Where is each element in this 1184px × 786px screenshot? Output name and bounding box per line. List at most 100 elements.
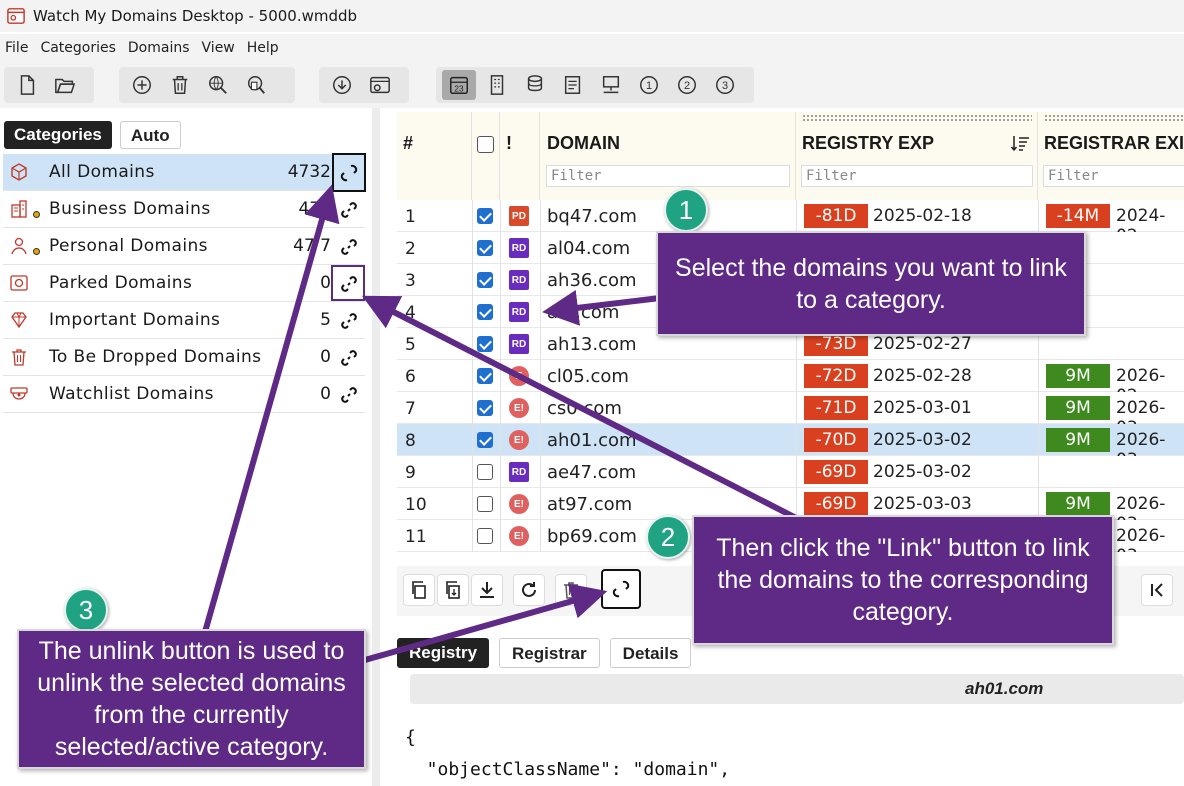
registry-days-pill: -69D [804,492,868,516]
calendar-view-button[interactable]: 23 [442,70,476,100]
first-page-button[interactable] [1141,574,1173,606]
delete-selected-button[interactable] [555,574,587,606]
registry-exp-date: 2025-02-18 [873,206,972,226]
table-row[interactable]: 9 RD ae47.com -69D 2025-03-02 [397,456,1184,488]
folder-open-icon [55,78,76,94]
link-icon[interactable] [339,385,359,405]
registrar-months-pill: 9M [1046,492,1110,516]
export-button[interactable] [471,574,503,606]
category-count: 479 [298,199,331,219]
link-button[interactable] [601,569,641,609]
menu-help[interactable]: Help [241,40,285,56]
status-badge: E [509,366,529,386]
sort-descending-icon[interactable] [1010,133,1030,153]
menu-domains[interactable]: Domains [122,40,196,56]
callout-text: The unlink button is used to unlink the … [37,637,346,761]
category-name: Business Domains [49,199,211,219]
row-checkbox[interactable] [477,528,493,544]
tab-registrar[interactable]: Registrar [499,638,600,668]
lookup-domain-button[interactable] [201,70,235,100]
row-checkbox[interactable] [477,336,493,352]
column-registry-exp[interactable]: REGISTRY EXP Filter [796,112,1038,200]
link-highlight-box [331,265,365,301]
domain-name: al04.com [547,238,631,259]
category-item-parked-domains[interactable]: Parked Domains 0 [3,265,365,302]
menu-file[interactable]: File [0,40,34,56]
copy-button[interactable] [403,574,435,606]
table-row[interactable]: 6Ecl05.com-72D2025-02-289M2026-02 [397,360,1184,406]
category-item-personal-domains[interactable]: Personal Domains 47 7 [3,228,365,265]
column-num[interactable]: # [397,112,472,200]
menu-categories[interactable]: Categories [34,40,121,56]
column-drag-handle[interactable] [1044,114,1184,122]
row-number: 5 [405,335,416,355]
column-flag[interactable]: ! [500,112,540,200]
link-icon[interactable] [339,237,359,257]
link-broken-icon [612,580,630,598]
building-view-button[interactable] [480,70,514,100]
table-row[interactable]: 7E!cs0 com-71D2025-03-019M2026-03 [397,392,1184,438]
select-all-checkbox[interactable] [477,136,494,153]
tab-categories[interactable]: Categories [4,121,112,149]
column-domain[interactable]: DOMAIN Filter [540,112,796,200]
row-checkbox[interactable] [477,464,493,480]
lookup-selected-button[interactable] [239,70,273,100]
panel-splitter[interactable] [372,108,380,786]
detail-domain-header: ah01.com [410,674,1184,704]
table-row[interactable]: 8E!ah01.com-70D2025-03-029M2026-03 [397,424,1184,470]
menu-view[interactable]: View [196,40,241,56]
column-divider [540,200,541,552]
link-icon[interactable] [339,200,359,220]
copy-special-button[interactable] [437,574,469,606]
row-checkbox[interactable] [477,432,493,448]
category-item-all-domains[interactable]: All Domains 4732 [3,154,365,191]
registry-exp-date: 2025-03-02 [873,430,972,450]
add-domain-button[interactable] [125,70,159,100]
tab-registry[interactable]: Registry [397,638,490,668]
row-number: 9 [405,463,416,483]
tab-auto[interactable]: Auto [119,121,181,149]
trash-icon [12,349,26,366]
category-item-business-domains[interactable]: Business Domains 479 [3,191,365,228]
row-checkbox[interactable] [477,304,493,320]
import-button[interactable] [325,70,359,100]
row-checkbox[interactable] [477,368,493,384]
link-icon[interactable] [339,311,359,331]
download-icon [480,582,494,598]
refresh-button[interactable] [513,574,545,606]
link-icon[interactable] [339,348,359,368]
column-label: DOMAIN [547,133,620,153]
category-item-to-be-dropped-domains[interactable]: To Be Dropped Domains 0 [3,339,365,376]
delete-domain-button[interactable] [163,70,197,100]
row-checkbox[interactable] [477,240,493,256]
view-2-button[interactable]: 2 [670,70,704,100]
domain-filter-input[interactable]: Filter [546,165,790,187]
table-row[interactable]: 1PDbq47.com-81D2025-02-18-14M2024-02 [397,200,1184,246]
status-dot [33,248,40,255]
open-folder-button[interactable] [48,70,82,100]
column-divider [500,200,501,552]
view-1-button[interactable]: 1 [632,70,666,100]
category-count: 0 [320,273,331,293]
row-checkbox[interactable] [477,496,493,512]
settings-window-button[interactable] [363,70,397,100]
row-number: 8 [405,431,416,451]
notes-view-button[interactable] [556,70,590,100]
row-checkbox[interactable] [477,208,493,224]
column-label: # [403,133,414,153]
row-checkbox[interactable] [477,272,493,288]
row-checkbox[interactable] [477,400,493,416]
category-item-watchlist-domains[interactable]: Watchlist Domains 0 [3,376,365,413]
database-view-button[interactable] [518,70,552,100]
new-file-button[interactable] [10,70,44,100]
menu-bar: File Categories Domains View Help [0,34,1184,62]
server-view-button[interactable] [594,70,628,100]
view-3-button[interactable]: 3 [708,70,742,100]
domain-name: ae47.com [547,462,637,483]
category-item-important-domains[interactable]: Important Domains 5 [3,302,365,339]
registry-exp-filter-input[interactable]: Filter [801,165,1033,187]
column-registrar-exp[interactable]: REGISTRAR EXI Filter [1038,112,1184,200]
tab-details[interactable]: Details [609,638,692,668]
registrar-exp-filter-input[interactable]: Filter [1043,165,1184,187]
column-drag-handle[interactable] [802,114,1032,122]
